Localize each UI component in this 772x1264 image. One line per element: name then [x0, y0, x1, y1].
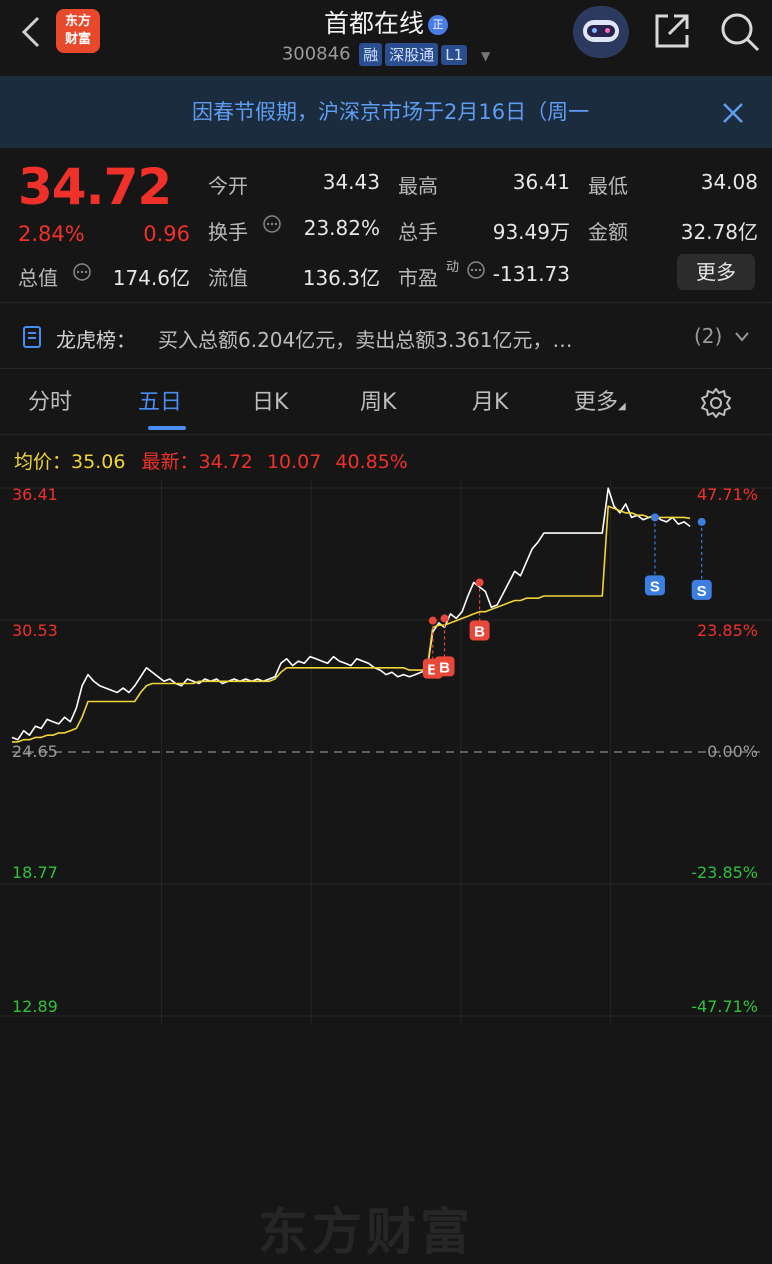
more-button[interactable]: 更多	[677, 254, 755, 290]
tab-weekly-k[interactable]: 周K	[360, 384, 396, 416]
assistant-robot-icon[interactable]	[573, 6, 629, 58]
avg-price-line	[12, 505, 691, 743]
info-circle-icon[interactable]	[262, 214, 282, 234]
search-icon[interactable]	[718, 10, 762, 54]
dragon-count: (2)	[694, 324, 723, 348]
caret-down-icon: ▼	[480, 48, 491, 63]
dragon-tiger-row[interactable]: 龙虎榜： 买入总额6.204亿元，卖出总额3.361亿元，… (2)	[0, 310, 772, 364]
stock-code: 300846	[281, 43, 351, 65]
top-bar: 东方 财富 首都在线正 300846 融深股通 L1 ▼	[0, 0, 772, 76]
chevron-down-icon	[735, 332, 749, 342]
float-cap-label: 流值	[208, 266, 248, 290]
gear-icon[interactable]	[699, 386, 733, 420]
stock-name: 首都在线	[323, 9, 424, 38]
trade-marker-dot	[475, 578, 484, 587]
tab-intraday[interactable]: 分时	[28, 384, 72, 416]
avg-label: 均价：	[14, 451, 72, 473]
volume-label: 总手	[398, 220, 438, 244]
share-icon[interactable]	[652, 11, 692, 51]
trade-marker-dot	[650, 513, 659, 522]
high-label: 最高	[398, 174, 438, 198]
trade-marker-dot	[440, 614, 449, 623]
y-left-tick: 12.89	[12, 997, 58, 1016]
trade-marker-dot	[428, 616, 437, 625]
connect-tag: 深股通	[385, 43, 439, 66]
y-right-tick: 23.85%	[696, 621, 758, 640]
five-day-chart[interactable]: 东方财富 BBBSS 36.41 30.53 24.65 18.77 12.89…	[0, 480, 772, 1261]
pe-label: 市盈	[398, 266, 438, 290]
trade-marker-label: B	[439, 659, 450, 676]
quote-panel: 34.72 2.84% 0.96 总值 174.6亿 今开 34.43 最高 3…	[0, 150, 772, 300]
level-tag: L1	[441, 44, 468, 65]
y-right-tick: -47.71%	[691, 997, 758, 1016]
pe-dynamic-sup: 动	[446, 260, 460, 275]
high-value: 36.41	[512, 170, 570, 194]
chart-legend-line: 均价：35.06 最新：34.72 10.07 40.85%	[14, 447, 408, 474]
open-value: 34.43	[322, 170, 380, 194]
margin-tag: 融	[359, 43, 383, 66]
active-tab-indicator	[148, 426, 186, 430]
notice-text: 因春节假期，沪深京市场于2月16日（周一	[192, 100, 590, 124]
trade-marker-label: S	[697, 583, 707, 600]
divider	[0, 302, 772, 303]
holiday-notice-banner[interactable]: 因春节假期，沪深京市场于2月16日（周一	[0, 76, 772, 148]
low-value: 34.08	[700, 170, 758, 194]
document-icon	[23, 326, 41, 348]
info-value-1: 10.07	[266, 451, 322, 473]
trade-marker-dot	[697, 517, 706, 526]
trade-marker-label: B	[474, 624, 485, 641]
info-value-2: 40.85%	[335, 451, 408, 473]
chart-tabs: 分时 五日 日K 周K 月K 更多◢	[0, 372, 772, 432]
y-left-tick: 30.53	[12, 621, 58, 640]
y-right-tick: 0.00%	[707, 742, 758, 761]
turnover-label: 换手	[208, 220, 248, 244]
dragon-label: 龙虎榜：	[56, 328, 136, 352]
tab-daily-k[interactable]: 日K	[252, 384, 288, 416]
y-right-tick: -23.85%	[691, 863, 758, 882]
open-label: 今开	[208, 174, 248, 198]
low-label: 最低	[588, 174, 628, 198]
watermark: 东方财富	[258, 1203, 474, 1261]
info-circle-icon[interactable]	[466, 260, 486, 280]
latest-label: 最新：	[141, 451, 199, 473]
close-icon[interactable]	[720, 100, 746, 126]
latest-value: 34.72	[198, 451, 253, 473]
y-left-tick: 18.77	[12, 863, 58, 882]
trade-marker-label: S	[650, 578, 660, 595]
market-cap-label: 总值	[18, 266, 58, 290]
dragon-text: 买入总额6.204亿元，卖出总额3.361亿元，…	[158, 328, 573, 352]
corner-triangle-icon: ◢	[618, 401, 626, 412]
y-left-tick: 24.65	[12, 742, 58, 761]
amount-label: 金额	[588, 220, 628, 244]
price-chart-svg: B BBS S	[0, 480, 772, 1024]
divider	[0, 434, 772, 435]
pe-value: -131.73	[492, 262, 570, 286]
y-right-tick: 47.71%	[696, 485, 758, 504]
verified-badge: 正	[428, 15, 448, 35]
tab-five-day[interactable]: 五日	[138, 384, 182, 416]
float-cap-value: 136.3亿	[302, 266, 380, 290]
change-amount: 0.96	[143, 222, 190, 246]
avg-value: 35.06	[71, 451, 126, 473]
y-left-tick: 36.41	[12, 485, 58, 504]
market-cap-value: 174.6亿	[112, 266, 190, 290]
tab-monthly-k[interactable]: 月K	[472, 384, 508, 416]
turnover-value: 23.82%	[303, 216, 380, 240]
divider	[0, 368, 772, 369]
last-price: 34.72	[18, 158, 172, 216]
amount-value: 32.78亿	[680, 220, 758, 244]
change-percent: 2.84%	[18, 222, 85, 246]
info-circle-icon[interactable]	[72, 262, 92, 282]
volume-value: 93.49万	[492, 220, 570, 244]
tab-more[interactable]: 更多◢	[574, 384, 626, 416]
